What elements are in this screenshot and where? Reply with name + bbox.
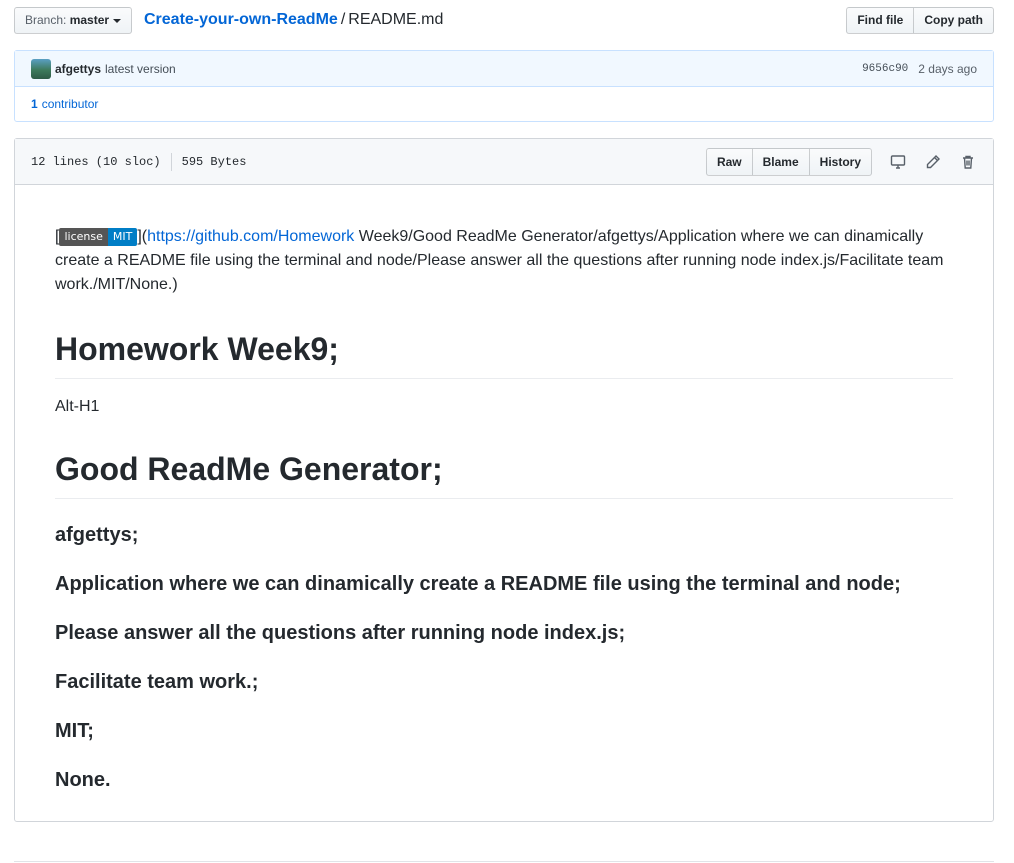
branch-selector-button[interactable]: Branch: master: [14, 7, 133, 34]
contributors-count: 1: [31, 97, 38, 111]
readme-intro-paragraph: [license MIT](https://github.com/Homework…: [55, 225, 953, 297]
trash-icon[interactable]: [959, 153, 977, 171]
footer-divider: [14, 861, 994, 862]
breadcrumb-repo-link[interactable]: Create-your-own-ReadMe: [144, 11, 338, 28]
avatar[interactable]: [31, 58, 51, 79]
file-header: 12 lines (10 sloc) 595 Bytes Raw Blame H…: [15, 139, 993, 185]
desktop-icon[interactable]: [889, 153, 907, 171]
h3-item: Facilitate team work.;: [55, 671, 259, 693]
badge-right-label: MIT: [107, 228, 138, 246]
commit-time: 2 days ago: [918, 61, 977, 76]
file-info-divider: [170, 152, 172, 171]
badge-left-label: license: [59, 228, 108, 246]
file-lines: 12 lines (10 sloc): [31, 154, 161, 169]
commit-tease: afgettys latest version 9656c90 2 days a…: [14, 50, 994, 122]
homework-link[interactable]: https://github.com/Homework: [147, 228, 354, 245]
blame-button[interactable]: Blame: [752, 148, 810, 176]
breadcrumb-file-name: README.md: [348, 11, 444, 28]
close-bracket-text: ](: [137, 228, 148, 245]
h3-item: None.: [55, 769, 111, 791]
commit-message-link[interactable]: latest version: [105, 62, 176, 76]
file-info: 12 lines (10 sloc) 595 Bytes: [31, 139, 246, 184]
file-nav-buttons: Find file Copy path: [846, 7, 994, 34]
h3-item: Please answer all the questions after ru…: [55, 622, 626, 644]
breadcrumb-separator: /: [340, 11, 346, 28]
h3-item: MIT;: [55, 720, 94, 742]
branch-prefix: Branch:: [25, 13, 67, 27]
pencil-icon[interactable]: [924, 153, 942, 171]
commit-sha-link[interactable]: 9656c90: [862, 63, 908, 75]
breadcrumb: Create-your-own-ReadMe / README.md: [144, 9, 443, 31]
branch-name: master: [69, 13, 110, 27]
contributors-label: contributor: [41, 97, 99, 111]
caret-down-icon: [113, 18, 122, 23]
file-size: 595 Bytes: [181, 154, 247, 169]
history-button[interactable]: History: [809, 148, 872, 176]
latest-commit-row: afgettys latest version 9656c90 2 days a…: [15, 51, 993, 87]
file-viewer: 12 lines (10 sloc) 595 Bytes Raw Blame H…: [14, 138, 994, 822]
contributors-row[interactable]: 1 contributor: [15, 87, 993, 121]
alt-h1-text: Alt-H1: [55, 398, 100, 415]
h3-item: afgettys;: [55, 524, 139, 546]
find-file-button[interactable]: Find file: [846, 7, 915, 34]
readme-content: [license MIT](https://github.com/Homework…: [55, 185, 953, 793]
heading-homework-week9: Homework Week9;: [55, 329, 953, 379]
file-actions: Raw Blame History: [705, 148, 977, 176]
raw-button[interactable]: Raw: [705, 148, 753, 176]
h3-item: Application where we can dinamically cre…: [55, 573, 901, 595]
heading-good-readme-generator: Good ReadMe Generator;: [55, 449, 953, 499]
license-badge: license MIT: [59, 228, 138, 246]
commit-author-link[interactable]: afgettys: [55, 62, 101, 76]
copy-path-button[interactable]: Copy path: [914, 7, 994, 34]
commit-meta: 9656c90 2 days ago: [862, 51, 977, 86]
